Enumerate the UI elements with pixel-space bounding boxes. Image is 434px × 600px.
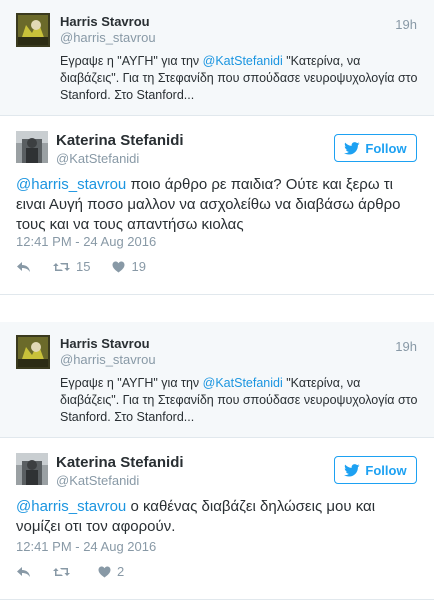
reply-icon: [17, 261, 30, 272]
reply-timestamp[interactable]: 19h: [395, 17, 417, 32]
reply-author-handle[interactable]: @harris_stavrou: [60, 30, 156, 45]
reply-action[interactable]: [16, 261, 31, 273]
mention-link[interactable]: @harris_stavrou: [16, 498, 126, 515]
like-count: 19: [131, 259, 146, 274]
main-tweet: Katerina Stefanidi @KatStefanidi Follow …: [0, 438, 434, 600]
mention-link[interactable]: @KatStefanidi: [203, 54, 283, 68]
spacer: [0, 295, 434, 322]
mention-link[interactable]: @harris_stavrou: [16, 176, 126, 193]
avatar-katerina[interactable]: [16, 131, 48, 163]
main-tweet: Katerina Stefanidi @KatStefanidi Follow …: [0, 116, 434, 295]
avatar-harris[interactable]: [16, 13, 50, 47]
follow-label: Follow: [365, 462, 407, 478]
reply-text: Εγραψε η "ΑΥΓΗ" για την @KatStefanidi "Κ…: [60, 53, 420, 104]
reply-text-part: Εγραψε η "ΑΥΓΗ" για την: [60, 54, 203, 68]
bird-icon: [344, 141, 360, 154]
reply-text: Εγραψε η "ΑΥΓΗ" για την @KatStefanidi "Κ…: [60, 375, 420, 426]
retweet-icon: [53, 262, 70, 271]
author-handle[interactable]: @KatStefanidi: [56, 151, 139, 166]
avatar-harris[interactable]: [16, 335, 50, 369]
retweet-icon: [53, 567, 70, 576]
author-name[interactable]: Katerina Stefanidi: [56, 132, 184, 149]
heart-icon: [112, 261, 125, 272]
author-handle[interactable]: @KatStefanidi: [56, 473, 139, 488]
bird-icon: [344, 463, 360, 476]
quoted-reply-tweet[interactable]: Harris Stavrou @harris_stavrou 19h Εγραψ…: [0, 322, 434, 438]
reply-icon: [17, 566, 30, 577]
like-action[interactable]: 2: [98, 564, 124, 579]
quoted-reply-tweet[interactable]: Harris Stavrou @harris_stavrou 19h Εγραψ…: [0, 0, 434, 116]
tweet-actions: 2: [16, 564, 146, 579]
tweet-actions: 15 19: [16, 259, 168, 274]
retweet-count: 15: [76, 259, 91, 274]
reply-author-name[interactable]: Harris Stavrou: [60, 336, 150, 351]
tweet-text: @harris_stavrou ποιο άρθρο ρε παιδια? Ού…: [16, 175, 421, 235]
follow-label: Follow: [365, 140, 407, 156]
like-count: 2: [117, 564, 125, 579]
reply-author-handle[interactable]: @harris_stavrou: [60, 352, 156, 367]
follow-button[interactable]: Follow: [334, 456, 417, 484]
tweet-card-1: Harris Stavrou @harris_stavrou 19h Εγραψ…: [0, 0, 434, 295]
tweet-text: @harris_stavrou ο καθένας διαβάζει δηλώσ…: [16, 497, 421, 537]
mention-link[interactable]: @KatStefanidi: [203, 376, 283, 390]
heart-icon: [98, 566, 111, 577]
reply-text-part: Εγραψε η "ΑΥΓΗ" για την: [60, 376, 203, 390]
tweet-date[interactable]: 12:41 PM - 24 Aug 2016: [16, 234, 156, 249]
author-name[interactable]: Katerina Stefanidi: [56, 454, 184, 471]
tweet-date[interactable]: 12:41 PM - 24 Aug 2016: [16, 539, 156, 554]
reply-timestamp[interactable]: 19h: [395, 339, 417, 354]
reply-author-name[interactable]: Harris Stavrou: [60, 14, 150, 29]
like-action[interactable]: 19: [112, 259, 146, 274]
retweet-action[interactable]: 15: [53, 259, 90, 274]
follow-button[interactable]: Follow: [334, 134, 417, 162]
reply-action[interactable]: [16, 566, 31, 578]
avatar-katerina[interactable]: [16, 453, 48, 485]
tweet-card-2: Harris Stavrou @harris_stavrou 19h Εγραψ…: [0, 322, 434, 600]
retweet-action[interactable]: [53, 566, 76, 578]
